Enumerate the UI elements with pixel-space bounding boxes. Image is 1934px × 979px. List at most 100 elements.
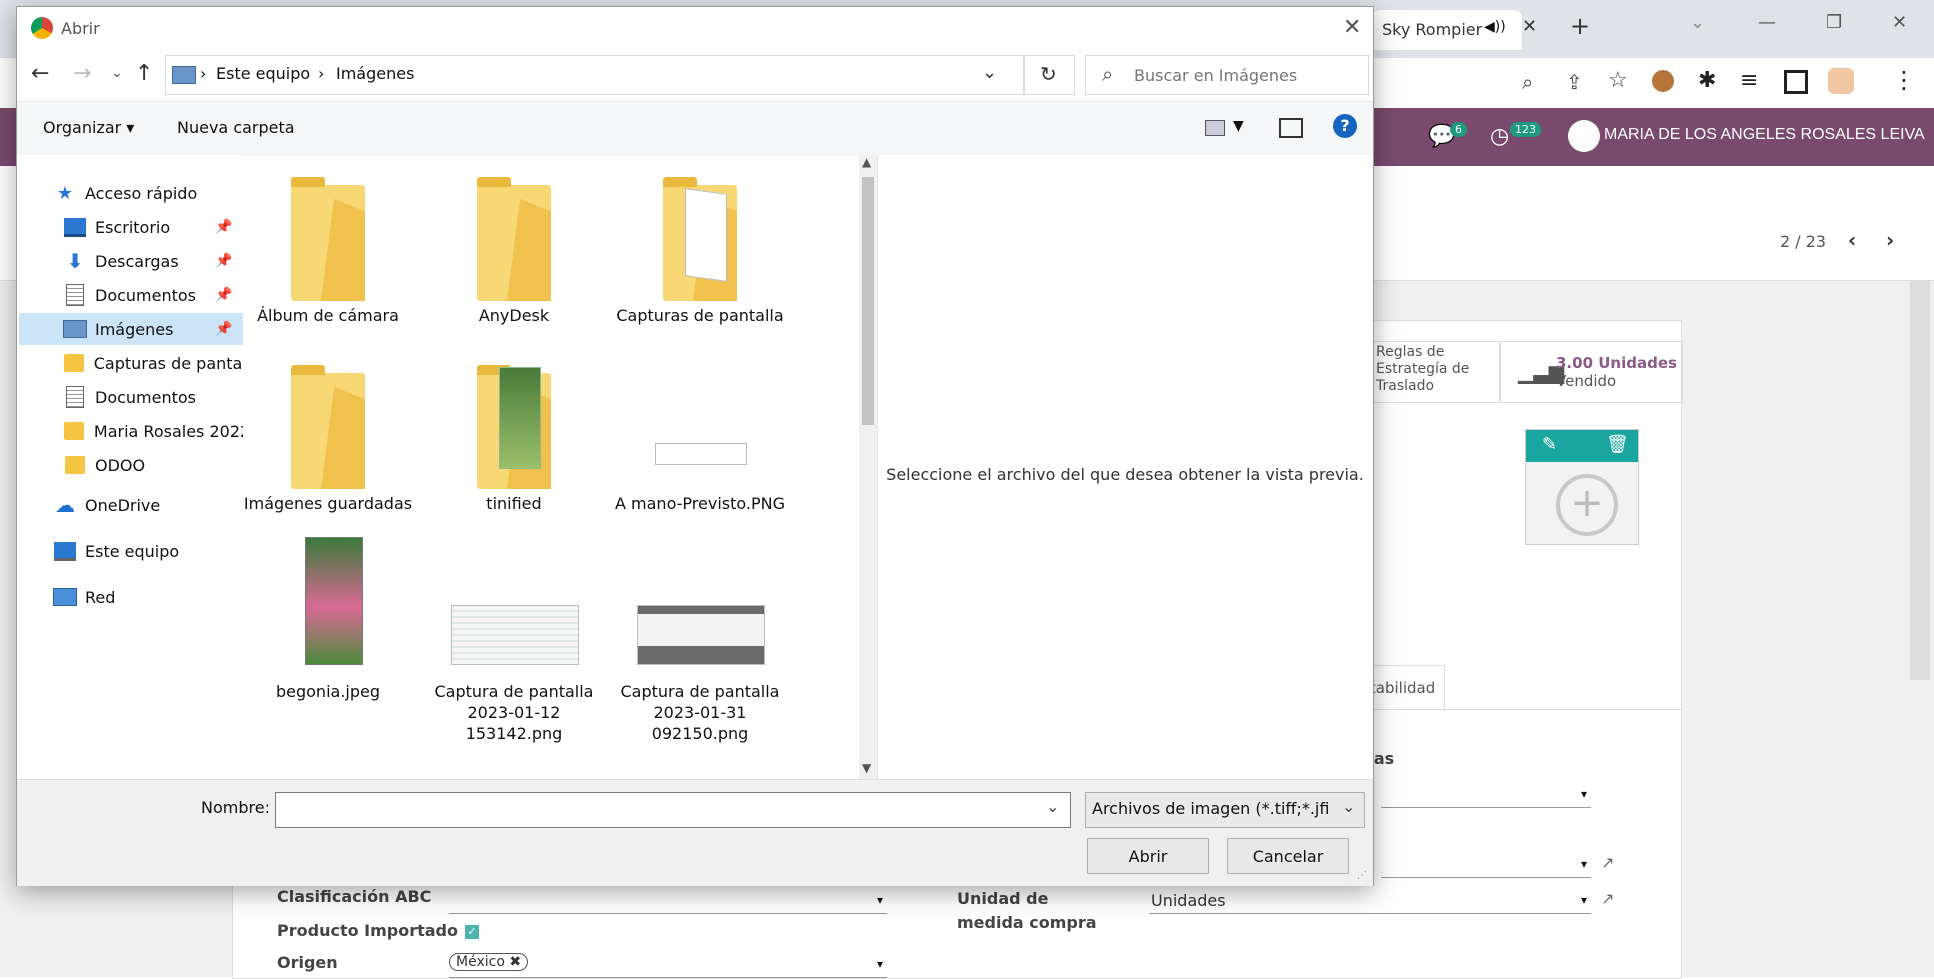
open-button[interactable]: Abrir	[1087, 838, 1209, 874]
search-box[interactable]: ⌕	[1085, 55, 1369, 95]
browser-menu-icon[interactable]: ⋮	[1892, 66, 1916, 94]
file-name: tinified	[486, 494, 542, 513]
file-list-scrollbar[interactable]: ▲ ▼	[859, 155, 877, 779]
forward-arrow-icon[interactable]: →	[73, 61, 91, 86]
filename-combobox[interactable]: ⌄	[275, 792, 1071, 828]
close-window-button[interactable]: ✕	[1892, 12, 1907, 33]
pager-value[interactable]: 2 / 23	[1780, 232, 1826, 251]
remove-tag-icon[interactable]: ✖	[509, 954, 521, 970]
screenshot-thumbnail	[451, 605, 579, 665]
filename-input[interactable]	[280, 797, 1024, 823]
abc-select[interactable]: ▾	[449, 891, 887, 914]
recent-locations-icon[interactable]: ⌄	[111, 65, 123, 81]
origin-field[interactable]: México ✖ ▾	[449, 953, 887, 978]
profile-avatar-icon[interactable]	[1828, 68, 1854, 94]
nav-item-red[interactable]: Red	[19, 581, 243, 613]
nav-item-label: Red	[85, 587, 116, 607]
view-dropdown-icon[interactable]: ▼	[1233, 118, 1244, 134]
add-image-icon: +	[1556, 474, 1618, 536]
scrollbar-thumb[interactable]	[862, 177, 874, 425]
user-name[interactable]: MARIA DE LOS ANGELES ROSALES LEIVA	[1604, 126, 1925, 144]
product-image-field[interactable]: ✎ 🗑 +	[1525, 429, 1639, 545]
uom-select[interactable]: Unidades ▾	[1149, 891, 1591, 914]
chevron-down-icon[interactable]: ⌄	[1046, 797, 1059, 816]
share-icon[interactable]: ⇪	[1566, 70, 1583, 94]
external-link-icon[interactable]: ↗	[1601, 853, 1614, 872]
file-name: A mano-Previsto.PNG	[615, 494, 785, 513]
pin-icon[interactable]: 📌	[215, 287, 232, 303]
help-icon[interactable]: ?	[1333, 114, 1357, 138]
routes-smart-button[interactable]: Reglas de Estrategía de Traslado	[1371, 341, 1501, 403]
scroll-down-icon[interactable]: ▼	[862, 761, 871, 775]
sold-smart-button[interactable]: ▁▃▆ 3.00 Unidades Vendido	[1499, 341, 1683, 403]
file-type-filter[interactable]: Archivos de imagen (*.tiff;*.jfif; ⌄	[1085, 792, 1365, 828]
pin-icon[interactable]: 📌	[215, 219, 232, 235]
pager-next-button[interactable]: ›	[1886, 228, 1894, 252]
dialog-close-button[interactable]: ✕	[1343, 15, 1361, 40]
scroll-up-icon[interactable]: ▲	[862, 155, 871, 169]
resize-grip-icon[interactable]: ⋰	[1357, 870, 1367, 881]
folder-icon	[63, 422, 86, 440]
breadcrumb-imagenes[interactable]: Imágenes	[336, 64, 414, 83]
organize-menu[interactable]: Organizar ▾	[43, 118, 134, 137]
browser-tab-title: Sky Rompier	[1382, 20, 1483, 39]
nav-item-capturas-de-pantall[interactable]: Capturas de pantall	[19, 347, 243, 379]
back-arrow-icon[interactable]: ←	[31, 61, 49, 86]
chevron-down-icon[interactable]: ⌄	[982, 62, 997, 83]
reading-list-icon[interactable]: ≡	[1740, 68, 1758, 93]
imported-checkbox[interactable]: ✓	[465, 925, 479, 939]
extras-select-1[interactable]: ▾	[1381, 785, 1591, 808]
tab-search-icon[interactable]: ⌄	[1690, 12, 1705, 33]
preview-pane-icon[interactable]	[1279, 118, 1303, 138]
speaker-icon[interactable]: ◀︎))	[1484, 19, 1506, 35]
extension-avatar-icon[interactable]	[1652, 70, 1674, 92]
new-tab-button[interactable]: +	[1570, 12, 1590, 40]
file-name: begonia.jpeg	[275, 682, 381, 701]
sold-label: Vendido	[1556, 372, 1617, 390]
nav-item-este-equipo[interactable]: Este equipo	[19, 535, 243, 567]
maximize-button[interactable]: ❐	[1826, 12, 1842, 33]
side-panel-icon[interactable]	[1784, 70, 1808, 94]
breadcrumb-este-equipo[interactable]: Este equipo	[216, 64, 310, 83]
nav-item-escritorio[interactable]: Escritorio 📌	[19, 211, 243, 243]
nav-item-label: ODOO	[95, 455, 146, 475]
minimize-button[interactable]: —	[1758, 12, 1776, 33]
extensions-puzzle-icon[interactable]: ✱	[1698, 68, 1716, 93]
up-arrow-icon[interactable]: ↑	[135, 61, 153, 86]
pin-icon[interactable]: 📌	[215, 321, 232, 337]
extras-select-2[interactable]: ▾	[1381, 855, 1591, 878]
user-avatar[interactable]	[1568, 120, 1600, 152]
address-bar[interactable]: › Este equipo › Imágenes ⌄	[165, 55, 1025, 95]
bookmark-star-icon[interactable]: ☆	[1608, 68, 1628, 93]
external-link-icon[interactable]: ↗	[1601, 889, 1614, 908]
activity-clock-icon[interactable]: ◷	[1490, 124, 1509, 149]
nav-item-descargas[interactable]: ⬇ Descargas 📌	[19, 245, 243, 277]
edit-pencil-icon[interactable]: ✎	[1542, 434, 1557, 455]
file-name: Imágenes guardadas	[243, 494, 413, 513]
nav-item-onedrive[interactable]: ☁ OneDrive	[19, 489, 243, 521]
cancel-button[interactable]: Cancelar	[1227, 838, 1349, 874]
page-scrollbar[interactable]	[1910, 280, 1930, 680]
nav-item-documentos[interactable]: Documentos	[19, 381, 243, 413]
chevron-down-icon: ⌄	[1342, 797, 1356, 816]
zoom-icon[interactable]: ⌕	[1522, 70, 1533, 94]
new-folder-button[interactable]: Nueva carpeta	[177, 118, 295, 137]
browser-tab[interactable]: Sky Rompier ◀︎))	[1372, 10, 1522, 50]
folder-icon	[291, 177, 365, 301]
view-options-icon[interactable]	[1205, 120, 1225, 136]
nav-item-maria-rosales-2022[interactable]: Maria Rosales 2022	[19, 415, 243, 447]
trash-icon[interactable]: 🗑	[1606, 434, 1629, 455]
pin-icon[interactable]: 📌	[215, 253, 232, 269]
nav-item-acceso-rápido[interactable]: ★ Acceso rápido	[19, 177, 243, 209]
nav-item-documentos[interactable]: Documentos 📌	[19, 279, 243, 311]
pager-prev-button[interactable]: ‹	[1848, 228, 1856, 252]
refresh-button[interactable]: ↻	[1023, 55, 1075, 95]
address-row: ← → ⌄ ↑ › Este equipo › Imágenes ⌄ ↻ ⌕	[17, 51, 1373, 101]
tab-close-icon[interactable]: ✕	[1522, 16, 1537, 37]
nav-item-imágenes[interactable]: Imágenes 📌	[19, 313, 243, 345]
breadcrumb-separator: ›	[318, 64, 325, 83]
nav-item-odoo[interactable]: ODOO	[19, 449, 243, 481]
desktop-icon	[63, 217, 87, 237]
search-input[interactable]	[1132, 62, 1356, 88]
preview-pane: Seleccione el archivo del que desea obte…	[877, 155, 1372, 779]
